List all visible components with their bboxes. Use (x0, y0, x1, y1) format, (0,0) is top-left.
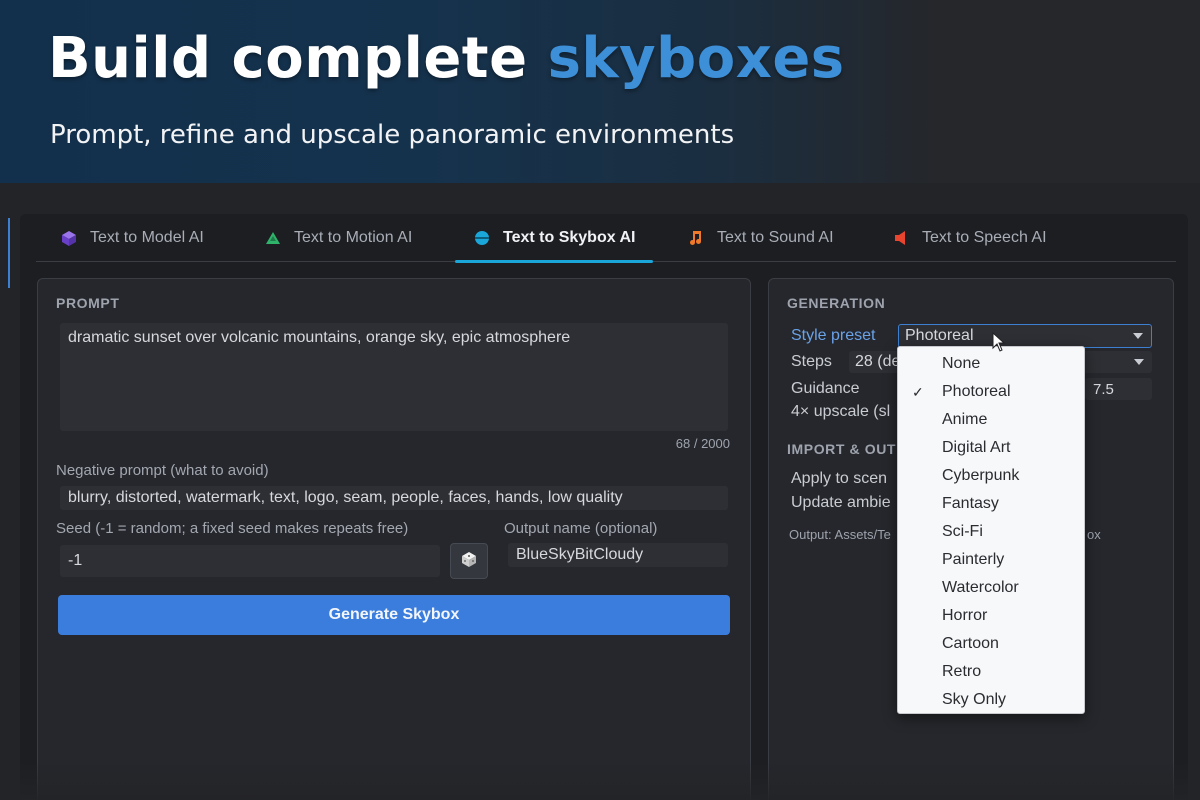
dropdown-option-fantasy[interactable]: Fantasy (898, 490, 1084, 518)
guidance-label: Guidance (791, 380, 860, 397)
music-note-icon (687, 229, 705, 247)
apply-to-scene-label[interactable]: Apply to scen (791, 470, 887, 488)
dropdown-option-painterly[interactable]: Painterly (898, 546, 1084, 574)
upscale-label: 4× upscale (sl (791, 403, 891, 420)
style-preset-label: Style preset (791, 327, 876, 344)
tab-label: Text to Motion AI (294, 229, 413, 246)
output-name-input[interactable]: BlueSkyBitCloudy (508, 543, 728, 567)
prompt-section-title: PROMPT (56, 295, 120, 311)
seed-input[interactable]: -1 (60, 545, 440, 577)
dropdown-option-anime[interactable]: Anime (898, 406, 1084, 434)
side-accent-bar (8, 218, 10, 288)
dropdown-option-cyberpunk[interactable]: Cyberpunk (898, 462, 1084, 490)
generation-section-title: GENERATION (787, 295, 886, 311)
import-output-section-title: IMPORT & OUT (787, 441, 897, 457)
dropdown-option-label: Photoreal (942, 383, 1011, 400)
dropdown-option-sci-fi[interactable]: Sci-Fi (898, 518, 1084, 546)
prompt-textarea[interactable]: dramatic sunset over volcanic mountains,… (60, 323, 728, 431)
prompt-panel: PROMPT dramatic sunset over volcanic mou… (37, 278, 751, 800)
mouse-cursor-icon (992, 331, 1006, 356)
tab-label: Text to Model AI (90, 229, 204, 246)
sphere-icon (473, 229, 491, 247)
dropdown-option-digital-art[interactable]: Digital Art (898, 434, 1084, 462)
negative-prompt-input[interactable]: blurry, distorted, watermark, text, logo… (60, 486, 728, 510)
dropdown-option-photoreal[interactable]: ✓ Photoreal (898, 378, 1084, 406)
tab-text-to-sound[interactable]: Text to Sound AI (687, 214, 834, 262)
tab-text-to-skybox[interactable]: Text to Skybox AI (454, 214, 654, 263)
banner-subtitle: Prompt, refine and upscale panoramic env… (50, 120, 735, 150)
style-preset-select[interactable]: Photoreal (898, 324, 1152, 348)
update-ambient-label[interactable]: Update ambie (791, 494, 891, 512)
tab-label: Text to Sound AI (717, 229, 834, 246)
cube-icon (60, 229, 78, 247)
guidance-input[interactable]: 7.5 (1085, 378, 1152, 400)
prompt-char-counter: 68 / 2000 (675, 436, 730, 451)
tab-text-to-speech[interactable]: Text to Speech AI (892, 214, 1047, 262)
output-name-label: Output name (optional) (504, 520, 658, 537)
banner-title-accent: skyboxes (547, 26, 845, 91)
style-preset-dropdown: None ✓ Photoreal Anime Digital Art Cyber… (897, 346, 1085, 714)
seed-label: Seed (-1 = random; a fixed seed makes re… (56, 520, 409, 537)
dice-icon (461, 551, 477, 572)
tab-bar: Text to Model AI Text to Motion AI Text … (36, 214, 1176, 263)
tab-text-to-model[interactable]: Text to Model AI (60, 214, 204, 262)
banner-title: Build complete skyboxes (48, 26, 845, 91)
steps-value: 28 (de (855, 353, 901, 370)
randomize-seed-button[interactable] (450, 543, 488, 579)
tab-text-to-motion[interactable]: Text to Motion AI (264, 214, 412, 262)
dropdown-option-watercolor[interactable]: Watercolor (898, 574, 1084, 602)
negative-prompt-label: Negative prompt (what to avoid) (56, 462, 269, 479)
hero-banner: Build complete skyboxes Prompt, refine a… (0, 0, 1200, 183)
dropdown-option-retro[interactable]: Retro (898, 658, 1084, 686)
style-preset-value: Photoreal (905, 327, 974, 344)
chevron-down-icon (1134, 359, 1144, 365)
steps-label: Steps (791, 353, 832, 370)
tab-label: Text to Speech AI (922, 229, 1047, 246)
motion-icon (264, 229, 282, 247)
dropdown-option-horror[interactable]: Horror (898, 602, 1084, 630)
dropdown-option-none[interactable]: None (898, 350, 1084, 378)
output-path-suffix: ox (1087, 527, 1101, 542)
tab-label: Text to Skybox AI (503, 229, 636, 246)
checkmark-icon: ✓ (912, 384, 924, 400)
dropdown-option-cartoon[interactable]: Cartoon (898, 630, 1084, 658)
speaker-icon (892, 229, 910, 247)
generate-skybox-button[interactable]: Generate Skybox (58, 595, 730, 635)
output-path-text: Output: Assets/Te (789, 527, 891, 542)
banner-title-main: Build complete (48, 26, 548, 91)
dropdown-option-sky-only[interactable]: Sky Only (898, 686, 1084, 714)
chevron-down-icon (1133, 333, 1143, 339)
